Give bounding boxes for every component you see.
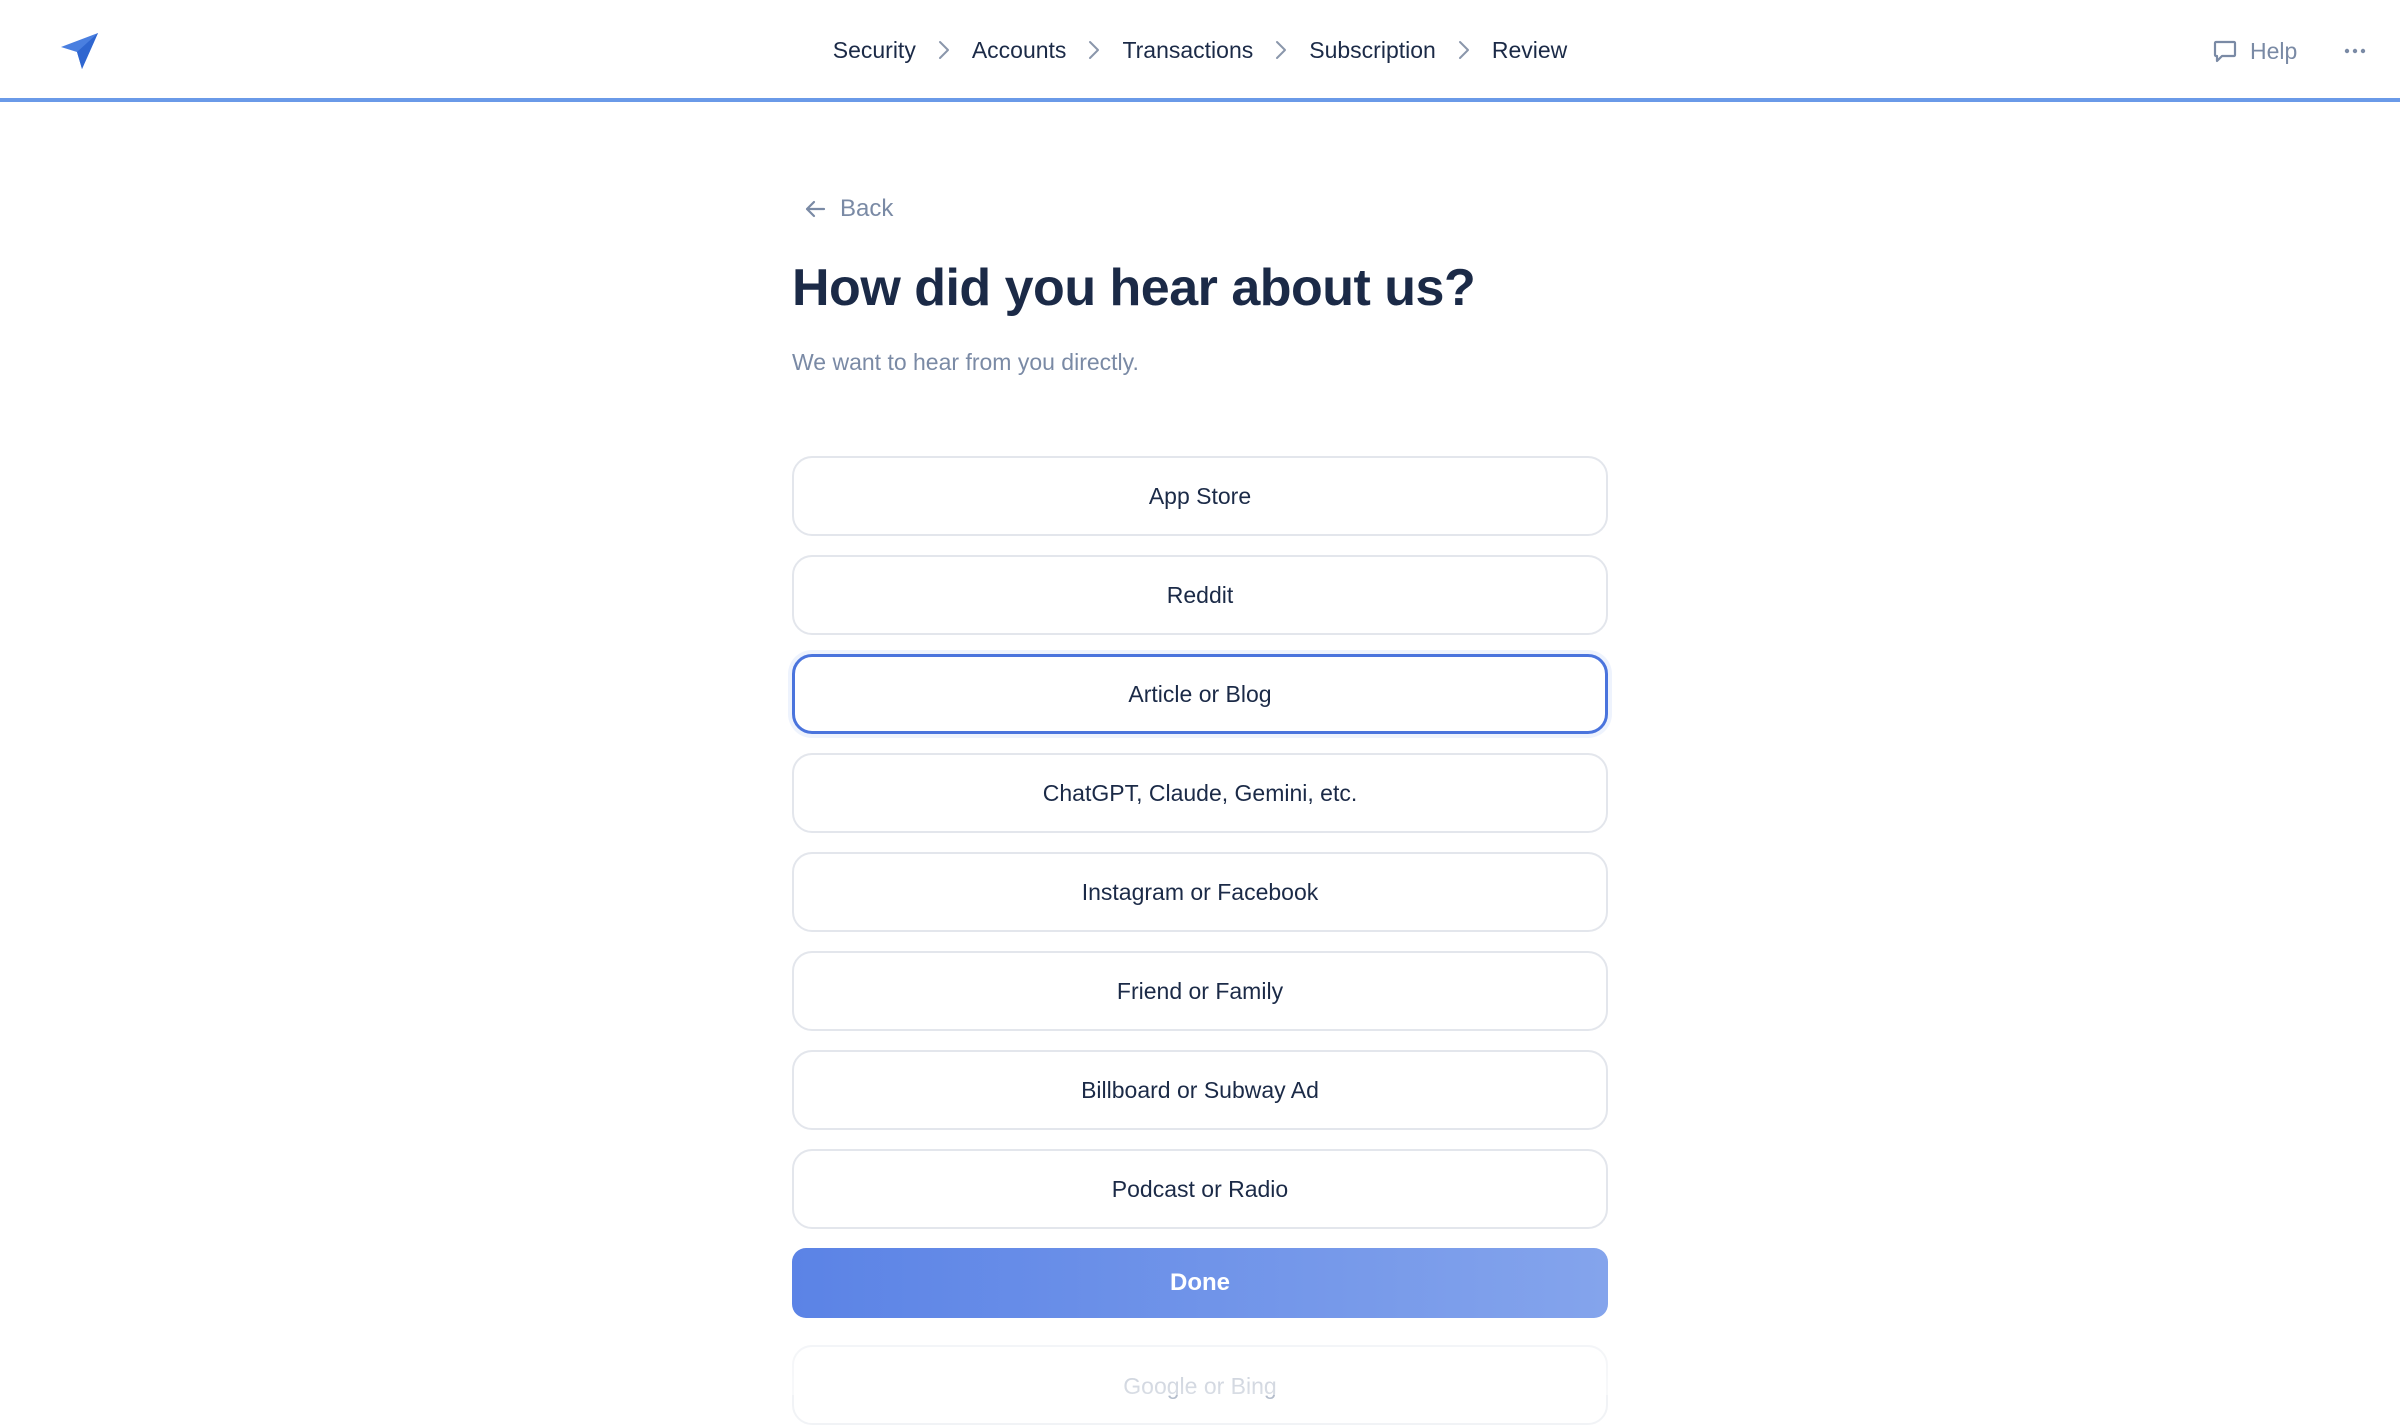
help-label: Help xyxy=(2250,37,2298,64)
breadcrumb-item-transactions[interactable]: Transactions xyxy=(1120,37,1255,64)
option-instagram-or-facebook[interactable]: Instagram or Facebook xyxy=(792,852,1608,932)
chevron-right-icon xyxy=(1438,38,1490,62)
source-options-list: App Store Reddit Article or Blog ChatGPT… xyxy=(792,456,1608,1248)
chevron-right-icon xyxy=(1255,38,1307,62)
page-subtitle: We want to hear from you directly. xyxy=(792,349,1139,375)
option-article-or-blog[interactable]: Article or Blog xyxy=(792,654,1608,734)
page-title: How did you hear about us? xyxy=(792,259,1476,317)
chevron-right-icon xyxy=(1068,38,1120,62)
done-button[interactable]: Done xyxy=(792,1248,1608,1318)
chevron-right-icon xyxy=(918,38,970,62)
breadcrumb-item-review[interactable]: Review xyxy=(1490,37,1569,64)
top-bar: Security Accounts Transactions Subscript… xyxy=(0,0,2400,102)
option-google-or-bing[interactable]: Google or Bing xyxy=(792,1345,1608,1425)
arrow-left-icon xyxy=(805,200,826,218)
breadcrumb-item-accounts[interactable]: Accounts xyxy=(970,37,1069,64)
breadcrumb-item-security[interactable]: Security xyxy=(831,37,918,64)
chat-bubble-icon xyxy=(2213,40,2237,63)
option-ai-assistants[interactable]: ChatGPT, Claude, Gemini, etc. xyxy=(792,753,1608,833)
option-billboard-or-subway-ad[interactable]: Billboard or Subway Ad xyxy=(792,1050,1608,1130)
option-podcast-or-radio[interactable]: Podcast or Radio xyxy=(792,1149,1608,1229)
option-app-store[interactable]: App Store xyxy=(792,456,1608,536)
more-horizontal-icon[interactable] xyxy=(2342,34,2368,68)
breadcrumb: Security Accounts Transactions Subscript… xyxy=(0,30,2400,70)
breadcrumb-item-subscription[interactable]: Subscription xyxy=(1307,37,1438,64)
option-reddit[interactable]: Reddit xyxy=(792,555,1608,635)
back-label: Back xyxy=(840,195,894,222)
option-friend-or-family[interactable]: Friend or Family xyxy=(792,951,1608,1031)
back-button[interactable]: Back xyxy=(804,192,893,226)
help-button[interactable]: Help xyxy=(2212,34,2297,68)
